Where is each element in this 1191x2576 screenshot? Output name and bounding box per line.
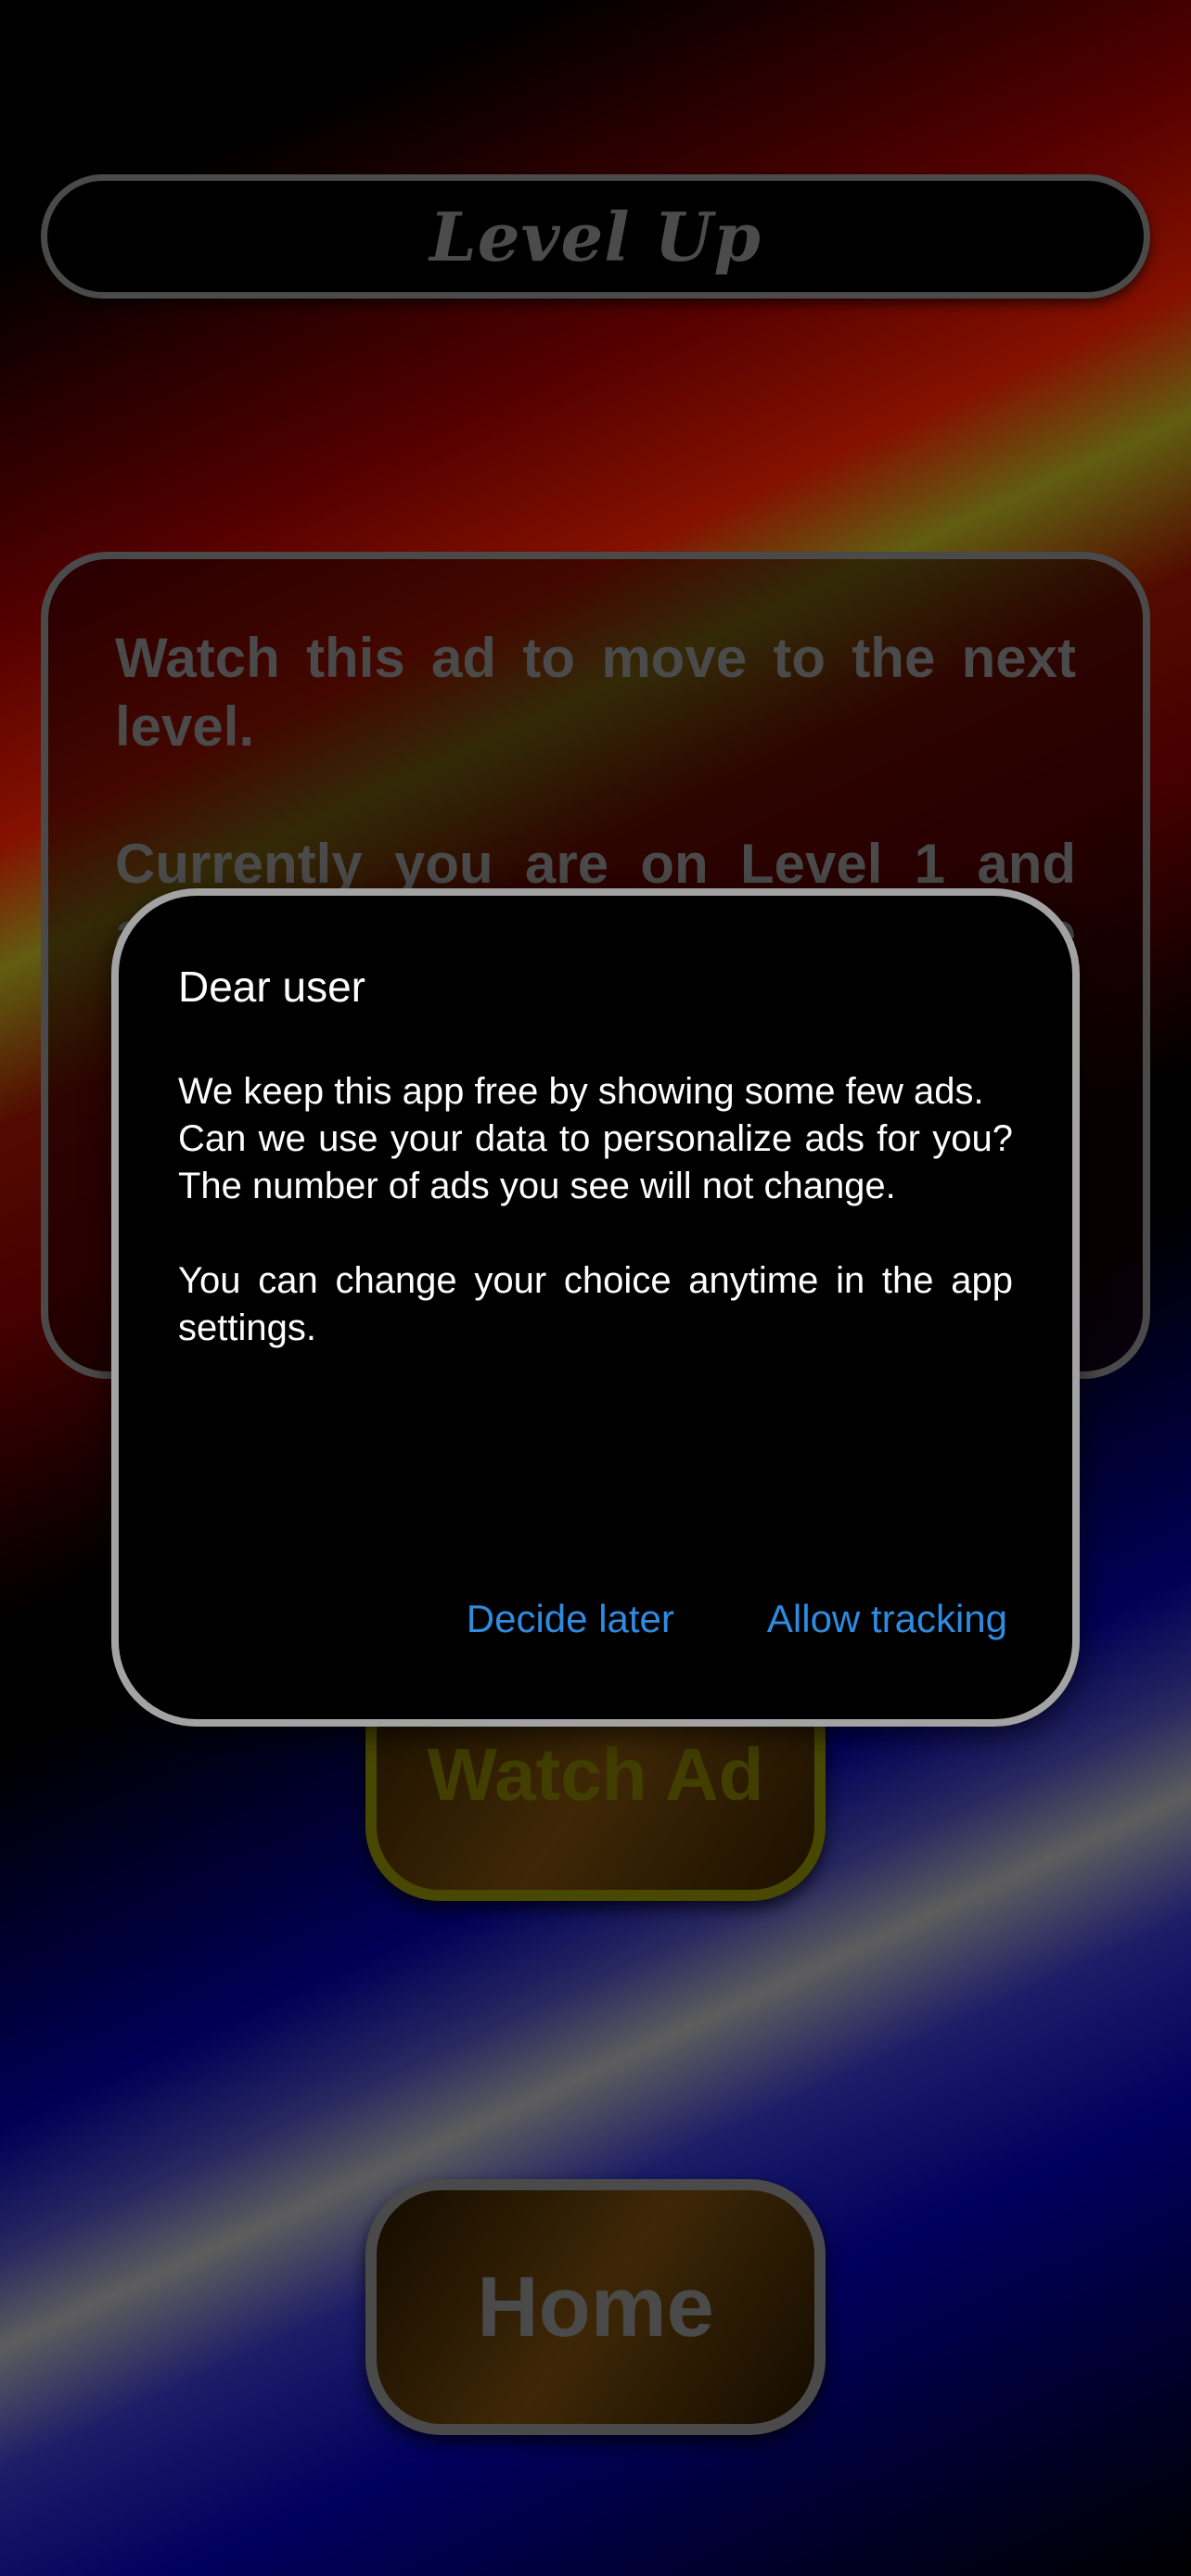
level-up-screen: Level Up Watch this ad to move to the ne… bbox=[0, 0, 1191, 2576]
allow-tracking-button[interactable]: Allow tracking bbox=[767, 1597, 1007, 1641]
home-label: Home bbox=[477, 2259, 714, 2354]
dialog-title: Dear user bbox=[178, 963, 365, 1011]
page-title: Level Up bbox=[429, 197, 762, 276]
home-button[interactable]: Home bbox=[365, 2179, 826, 2435]
decide-later-button[interactable]: Decide later bbox=[467, 1597, 674, 1641]
title-bar: Level Up bbox=[41, 174, 1150, 299]
watch-ad-label: Watch Ad bbox=[427, 1733, 764, 1816]
dialog-actions: Decide later Allow tracking bbox=[467, 1597, 1007, 1641]
tracking-consent-dialog: Dear user We keep this app free by showi… bbox=[111, 888, 1080, 1727]
dialog-body: We keep this app free by showing some fe… bbox=[178, 1071, 1013, 1348]
